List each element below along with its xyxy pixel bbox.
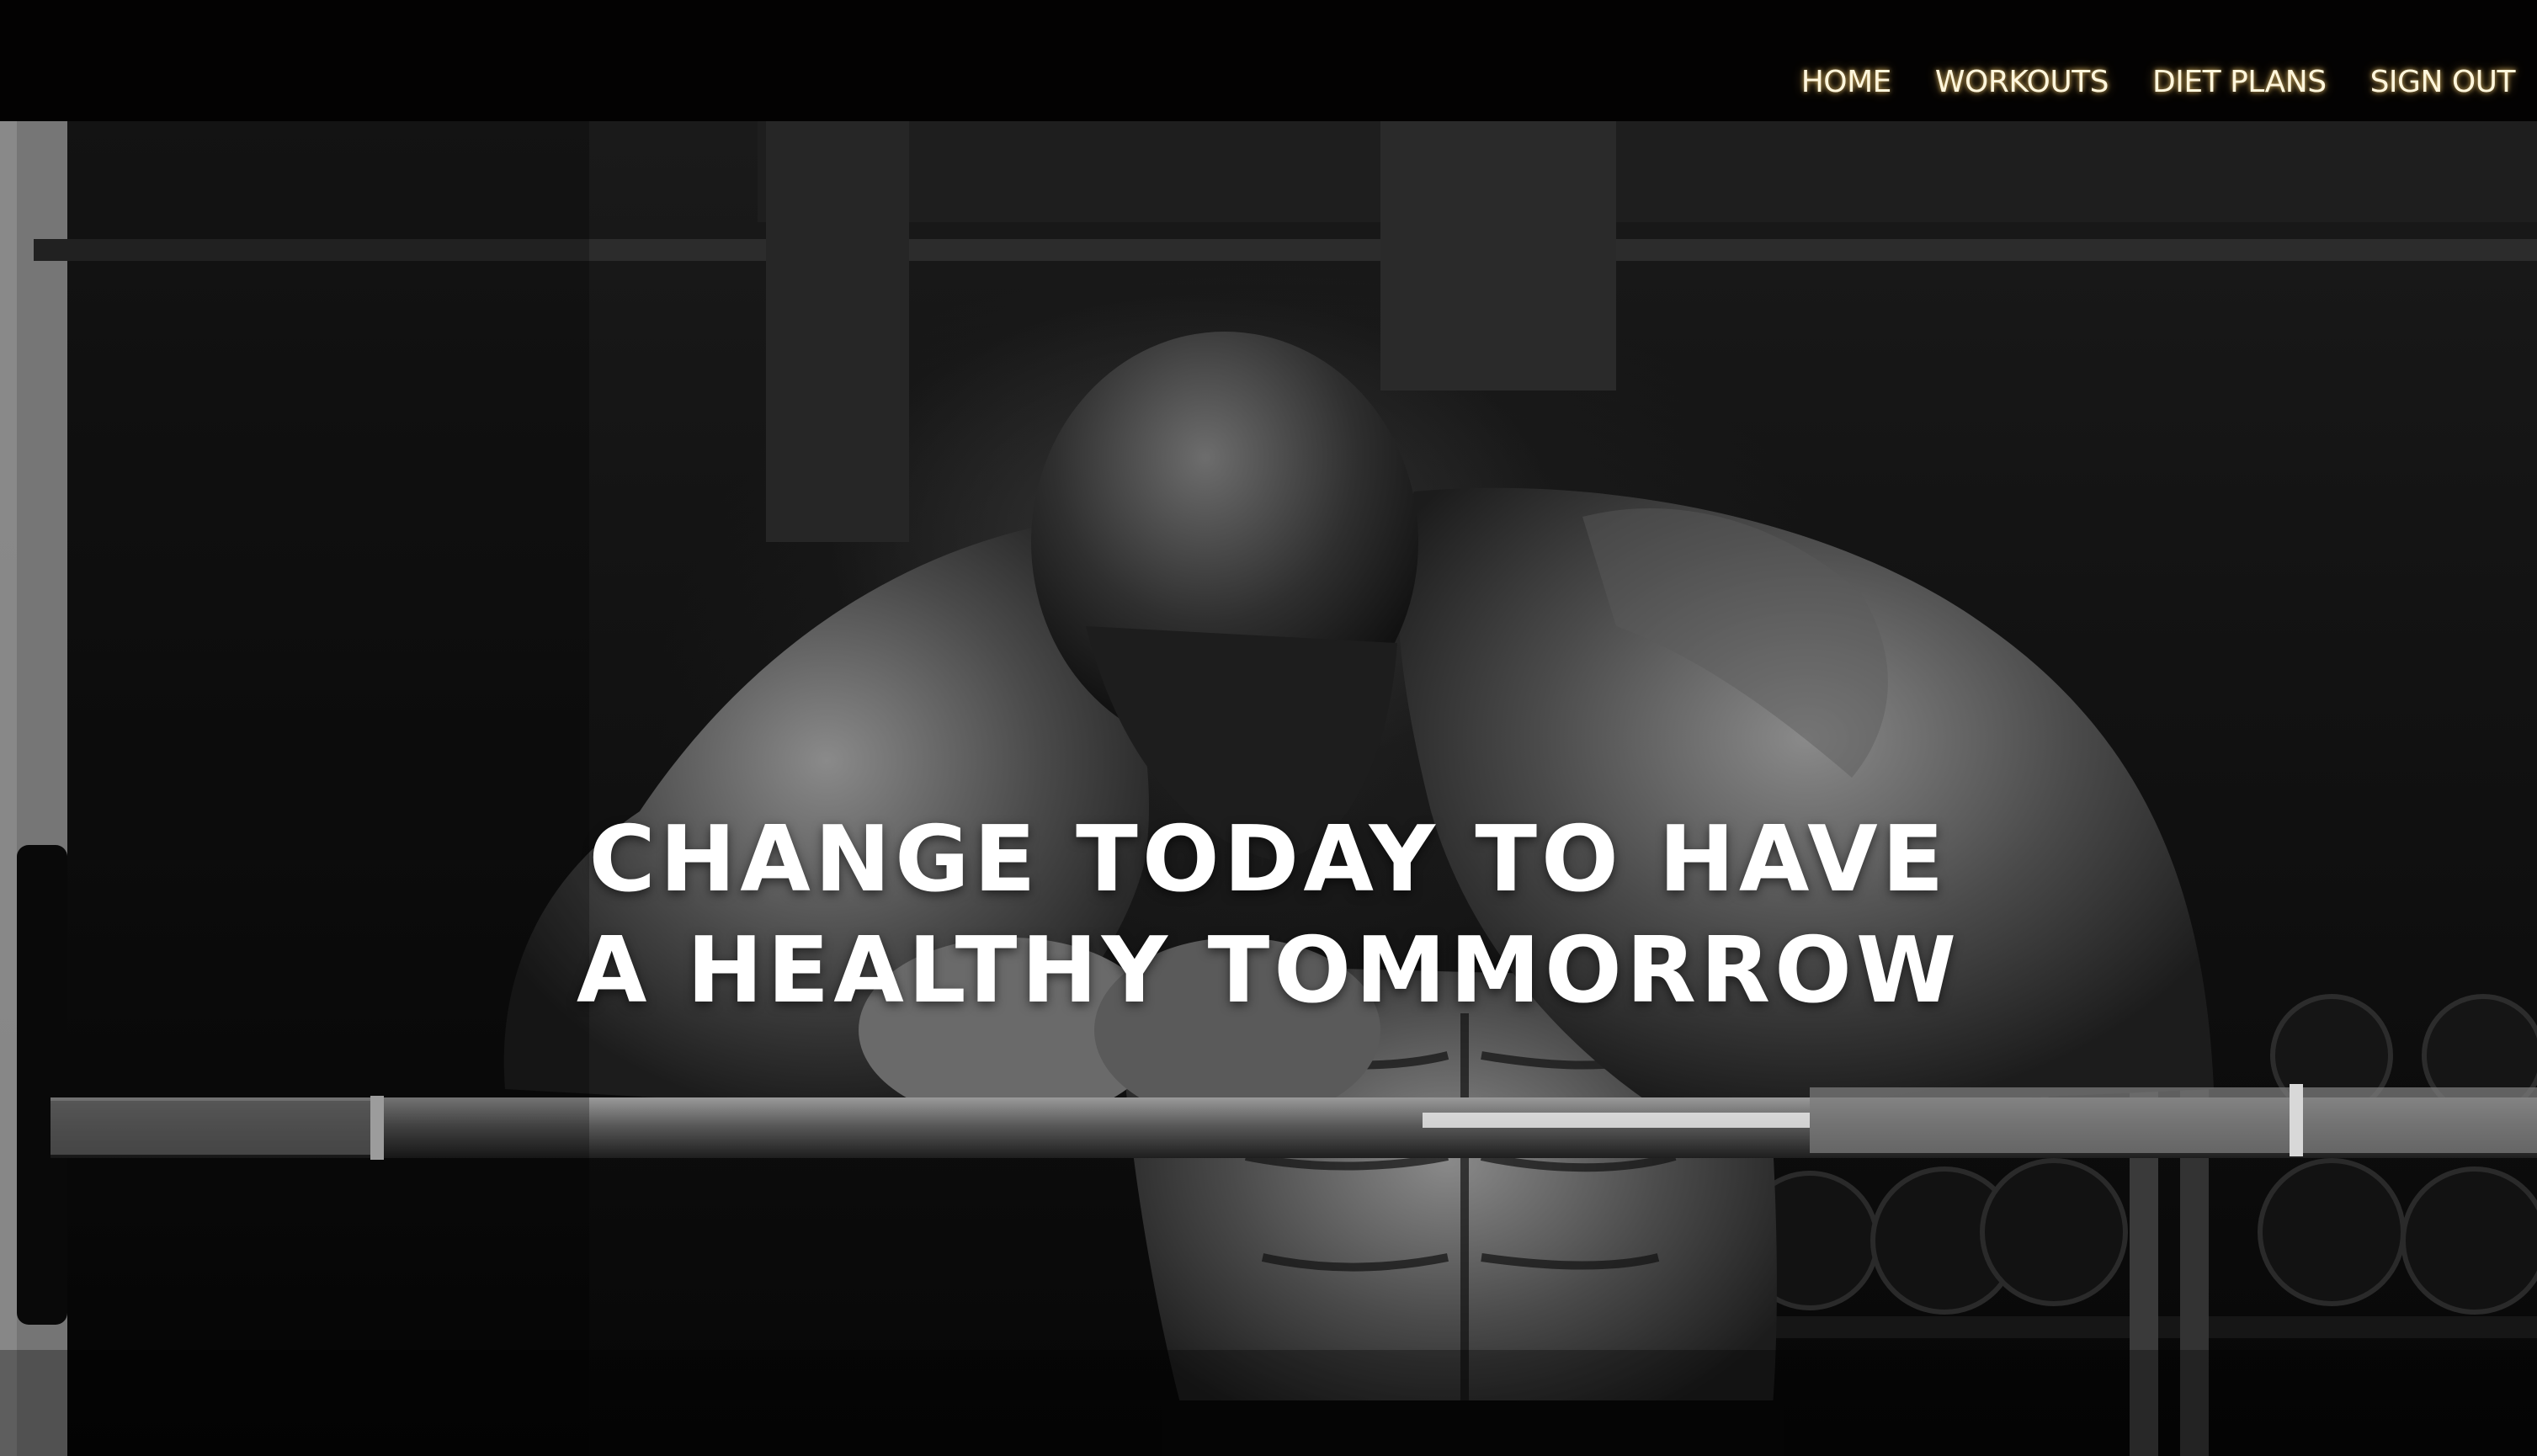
- hero-headline-line-1: CHANGE TODAY TO HAVE: [588, 807, 1949, 913]
- ceiling-beam: [758, 121, 2537, 222]
- nav-link-home[interactable]: HOME: [1801, 61, 1892, 104]
- nav-link-workouts[interactable]: WORKOUTS: [1935, 61, 2109, 104]
- barbell-collar: [2290, 1084, 2303, 1156]
- landing-page: HOME WORKOUTS DIET PLANS SIGN OUT CHANGE…: [0, 0, 2537, 1456]
- dumbbell-plate: [2401, 1166, 2537, 1315]
- dumbbell-plate: [1980, 1158, 2128, 1306]
- barbell-sleeve-right: [1810, 1087, 2537, 1153]
- athlete-barbell-photo: [0, 121, 2537, 1456]
- back-column: [1380, 121, 1616, 391]
- barbell-shine: [1423, 1113, 1810, 1128]
- dumbbell-rack-frame-lower: [1717, 1316, 2537, 1338]
- hero-headline-line-2: A HEALTHY TOMMORROW: [576, 918, 1961, 1024]
- hero-headline: CHANGE TODAY TO HAVE A HEALTHY TOMMORROW: [0, 805, 2537, 1027]
- hero-section: CHANGE TODAY TO HAVE A HEALTHY TOMMORROW: [0, 121, 2537, 1456]
- nav-link-diet-plans[interactable]: DIET PLANS: [2152, 61, 2327, 104]
- pillar: [766, 121, 909, 542]
- photo-vignette-bottom: [0, 1350, 2537, 1456]
- top-navbar: HOME WORKOUTS DIET PLANS SIGN OUT: [0, 0, 2537, 121]
- dumbbell-plate: [2258, 1158, 2406, 1306]
- nav-link-sign-out[interactable]: SIGN OUT: [2370, 61, 2516, 104]
- main-nav: HOME WORKOUTS DIET PLANS SIGN OUT: [1801, 61, 2516, 104]
- photo-vignette-left: [0, 121, 589, 1456]
